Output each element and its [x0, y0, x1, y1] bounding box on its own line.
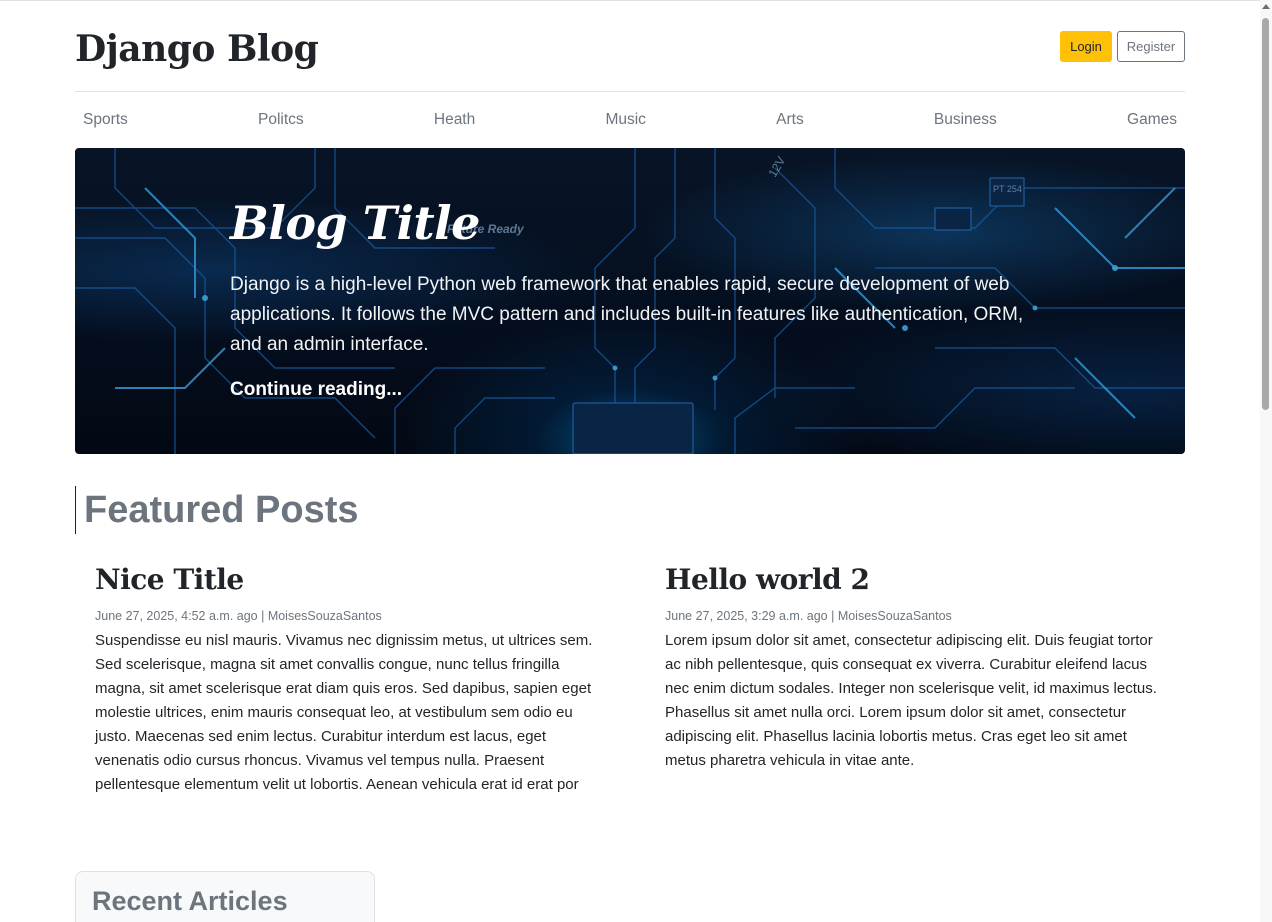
featured-posts-heading: Featured Posts: [75, 486, 359, 534]
nav-item-arts[interactable]: Arts: [776, 111, 804, 129]
auth-buttons: Login Register: [1060, 31, 1185, 62]
post-title[interactable]: Hello world 2: [665, 560, 1165, 600]
blog-header: Django Blog Login Register: [75, 0, 1185, 92]
page-scrollbar[interactable]: [1260, 0, 1272, 922]
post-title[interactable]: Nice Title: [95, 560, 595, 600]
post-excerpt: Suspendisse eu nisl mauris. Vivamus nec …: [95, 632, 593, 793]
nav-item-health[interactable]: Heath: [434, 111, 475, 129]
category-nav: Sports Politcs Heath Music Arts Business…: [75, 92, 1185, 148]
blog-logo[interactable]: Django Blog: [75, 28, 319, 70]
recent-articles-heading: Recent Articles: [92, 886, 288, 916]
featured-post: Nice Title June 27, 2025, 4:52 a.m. ago …: [95, 560, 595, 797]
recent-articles-panel: Recent Articles: [75, 871, 375, 922]
featured-post: Hello world 2 June 27, 2025, 3:29 a.m. a…: [665, 560, 1165, 773]
page-container: Django Blog Login Register Sports Politc…: [75, 0, 1185, 922]
post-excerpt: Lorem ipsum dolor sit amet, consectetur …: [665, 632, 1157, 769]
post-meta: June 27, 2025, 4:52 a.m. ago | MoisesSou…: [95, 609, 382, 623]
nav-item-sports[interactable]: Sports: [83, 111, 128, 129]
hero-text: Django is a high-level Python web framew…: [230, 274, 1024, 355]
hero-title: Blog Title: [230, 196, 480, 250]
hero-banner: Future Ready 12V PT 254 Blog Title Djang…: [75, 148, 1185, 454]
nav-item-politics[interactable]: Politcs: [258, 111, 304, 129]
scroll-up-arrow-icon[interactable]: [1262, 4, 1270, 9]
register-button[interactable]: Register: [1117, 31, 1185, 62]
scrollbar-thumb[interactable]: [1262, 18, 1269, 410]
nav-item-games[interactable]: Games: [1127, 111, 1177, 129]
nav-item-business[interactable]: Business: [934, 111, 997, 129]
continue-reading-link[interactable]: Continue reading...: [230, 379, 402, 401]
post-meta: June 27, 2025, 3:29 a.m. ago | MoisesSou…: [665, 609, 952, 623]
login-button[interactable]: Login: [1060, 31, 1112, 62]
nav-item-music[interactable]: Music: [605, 111, 645, 129]
